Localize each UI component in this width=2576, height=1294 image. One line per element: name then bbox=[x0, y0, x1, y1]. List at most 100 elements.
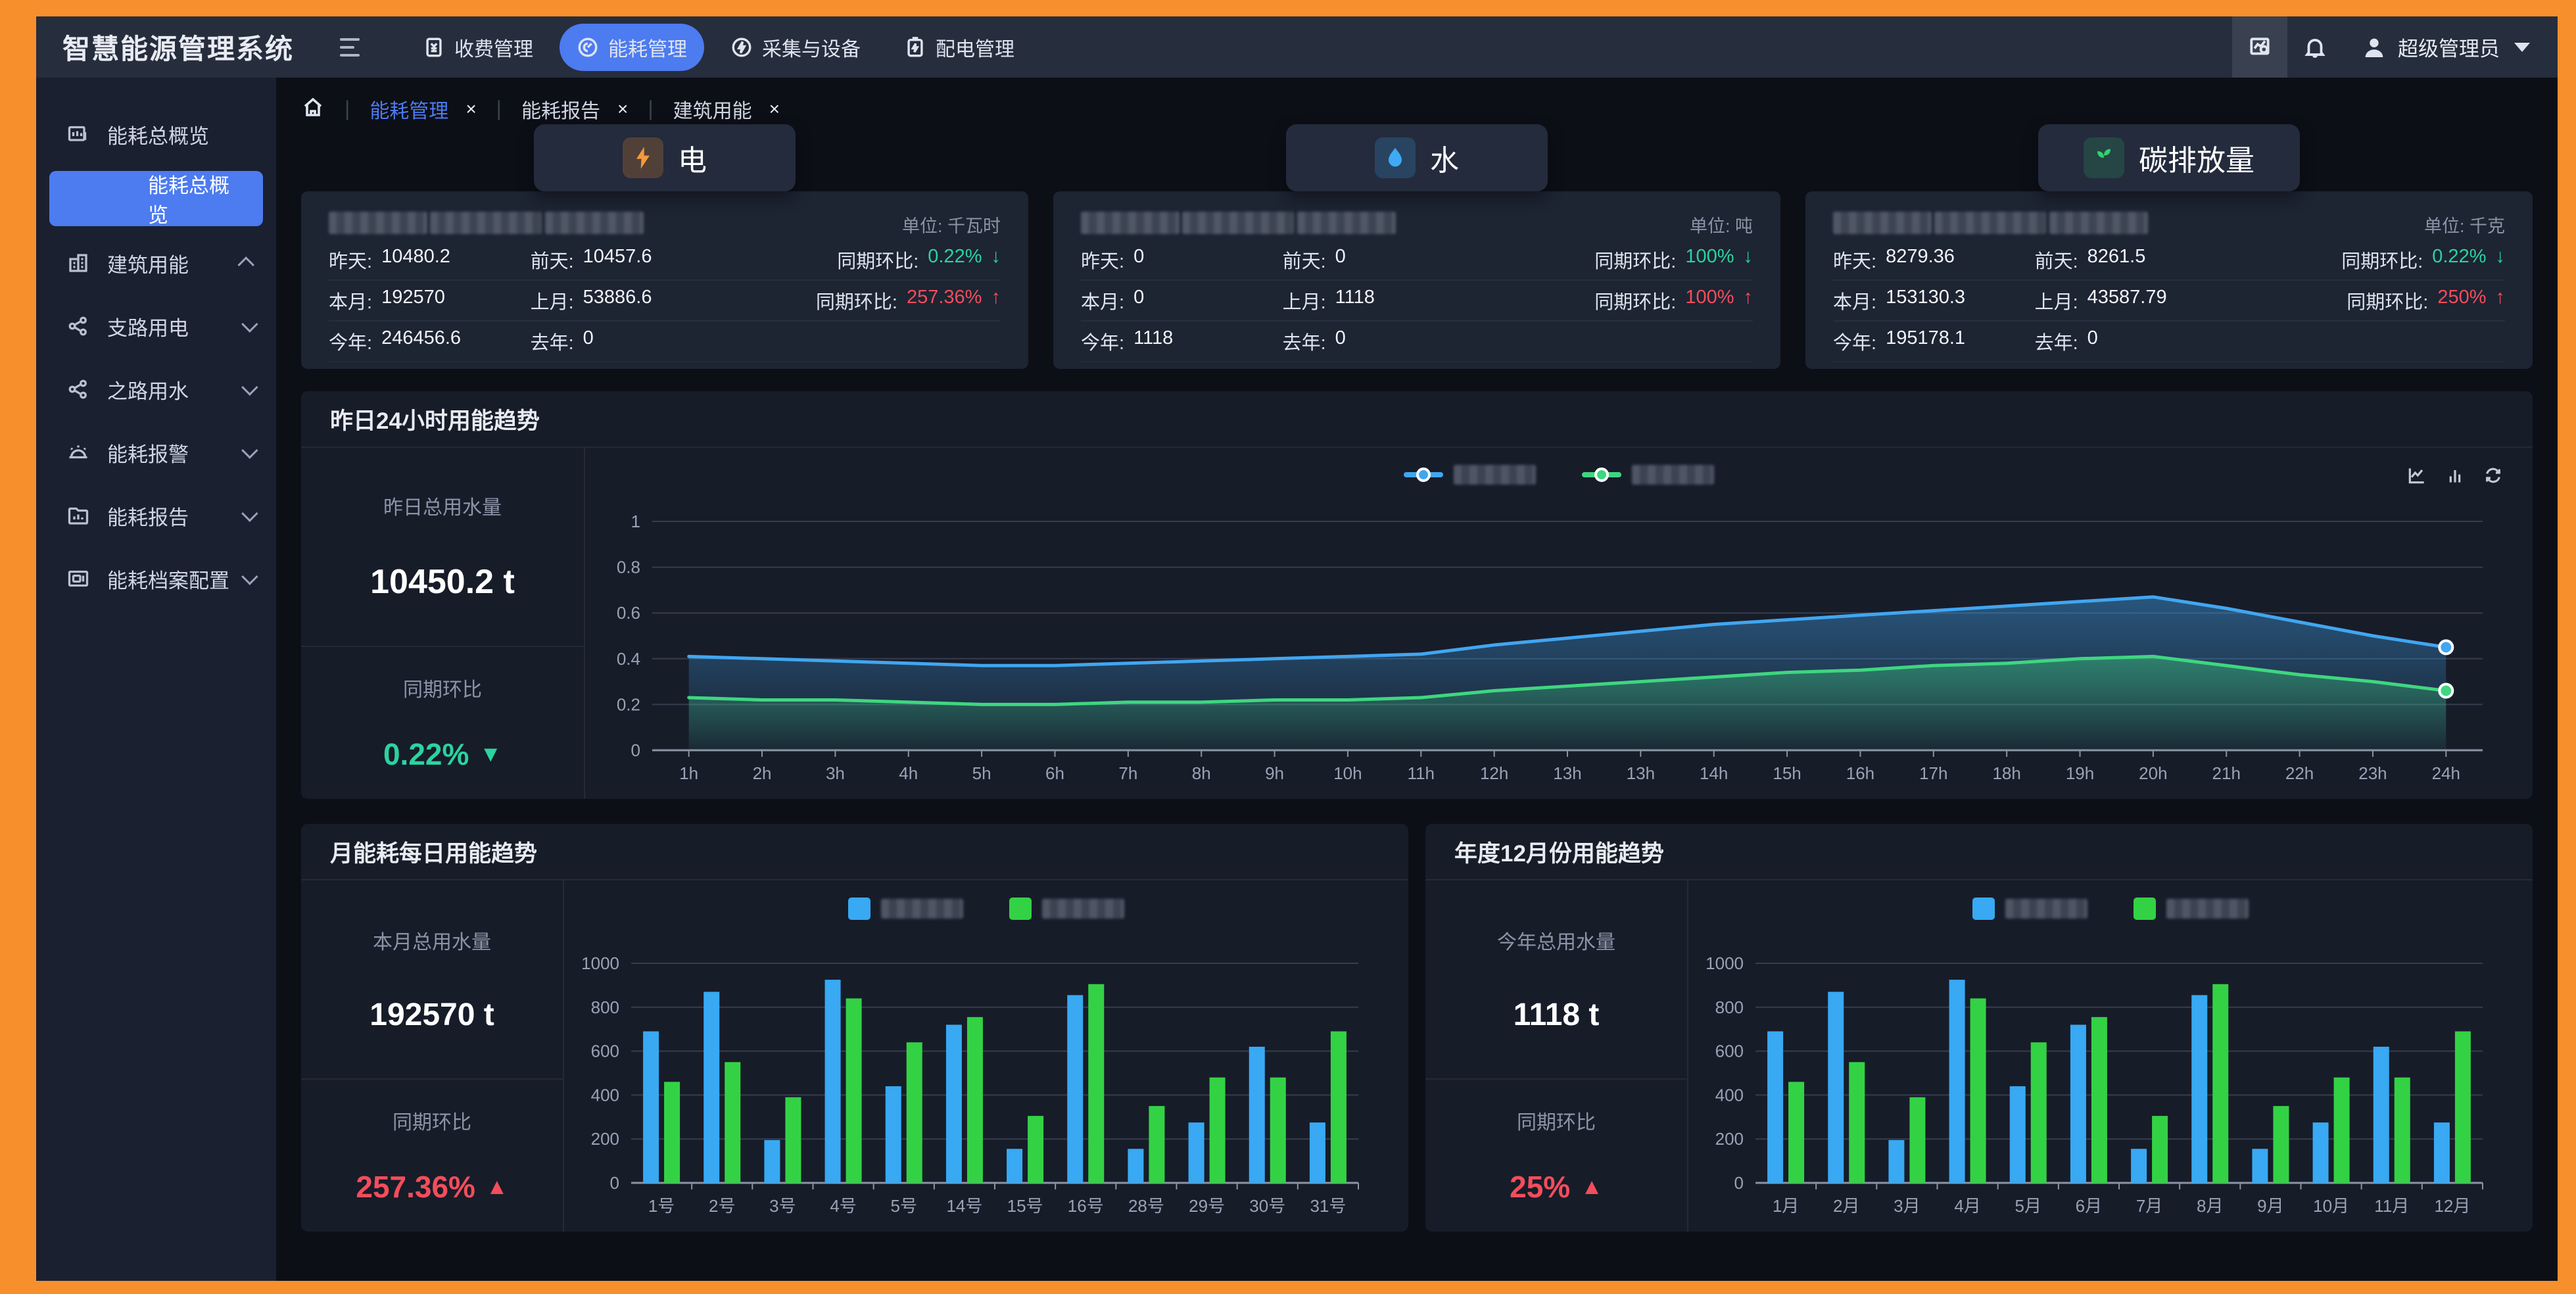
tab-energy-management[interactable]: 能耗管理 × bbox=[370, 95, 476, 124]
ratio-value: 257.36% bbox=[356, 1169, 475, 1205]
legend-marker bbox=[2134, 898, 2156, 920]
dashboard-panel-button[interactable] bbox=[2232, 16, 2287, 78]
chevron-down-icon bbox=[241, 568, 258, 585]
daily-stat-panel: 本月总用水量 192570 t 同期环比 257.36%▲ bbox=[301, 880, 564, 1232]
unit-label: 单位: 千克 bbox=[2424, 212, 2505, 237]
svg-text:0.8: 0.8 bbox=[617, 558, 640, 577]
daily-chart-zone: 020040060080010001号2号3号4号5号14号15号16号28号2… bbox=[564, 880, 1408, 1232]
lightning-icon bbox=[623, 137, 663, 178]
svg-text:2月: 2月 bbox=[1833, 1196, 1859, 1216]
arrow-down-icon: ↓ bbox=[1743, 246, 1753, 274]
sidebar-item-building-energy[interactable]: 建筑用能 bbox=[36, 237, 276, 289]
section-title: 月能耗每日用能趋势 bbox=[301, 824, 1408, 880]
svg-text:12h: 12h bbox=[1480, 763, 1508, 783]
triangle-down-icon: ▼ bbox=[479, 742, 502, 767]
chart-legend bbox=[585, 465, 2533, 485]
line-chart-icon[interactable] bbox=[2406, 465, 2427, 486]
main-content: | 能耗管理 × | 能耗报告 × | 建筑用能 × bbox=[276, 78, 2558, 1281]
fee-doc-icon bbox=[423, 36, 445, 59]
droplet-icon bbox=[1375, 137, 1416, 178]
sidebar-item-overview-group[interactable]: 能耗总概览 bbox=[36, 108, 276, 160]
svg-text:30号: 30号 bbox=[1249, 1196, 1285, 1216]
electricity-badge: 电 bbox=[534, 124, 796, 191]
topnav-item-energy[interactable]: 能耗管理 bbox=[560, 24, 704, 71]
leaf-icon bbox=[2084, 137, 2124, 178]
close-icon[interactable]: × bbox=[465, 99, 476, 120]
svg-text:6h: 6h bbox=[1045, 763, 1064, 783]
svg-text:15h: 15h bbox=[1773, 763, 1801, 783]
svg-text:20h: 20h bbox=[2139, 763, 2167, 783]
sidebar-item-energy-alarm[interactable]: 能耗报警 bbox=[36, 426, 276, 479]
chevron-up-icon bbox=[237, 256, 254, 273]
topnav-item-devices[interactable]: 采集与设备 bbox=[713, 24, 878, 71]
topnav-item-fee[interactable]: 收费管理 bbox=[406, 24, 550, 71]
home-tab-button[interactable] bbox=[301, 95, 325, 122]
close-icon[interactable]: × bbox=[769, 99, 780, 120]
legend-item-series2[interactable] bbox=[2134, 898, 2249, 920]
sidebar-item-overview-active[interactable]: 能耗总概览 bbox=[49, 171, 263, 226]
unit-label: 单位: 吨 bbox=[1690, 212, 1753, 237]
svg-text:5月: 5月 bbox=[2015, 1196, 2041, 1216]
svg-text:600: 600 bbox=[1715, 1042, 1744, 1061]
sidebar-item-archive-config[interactable]: 能耗档案配置 bbox=[36, 552, 276, 605]
chart-legend bbox=[1688, 898, 2533, 920]
stat-label: 今年总用水量 bbox=[1497, 926, 1615, 955]
bar-chart-icon[interactable] bbox=[2445, 465, 2466, 486]
legend-item-series2[interactable] bbox=[1582, 465, 1714, 485]
chevron-down-icon bbox=[241, 379, 258, 395]
arrow-down-icon: ↓ bbox=[2495, 246, 2505, 274]
overview-icon bbox=[66, 122, 90, 146]
svg-text:17h: 17h bbox=[1919, 763, 1947, 783]
home-icon bbox=[301, 95, 325, 119]
stat-card-carbon: 碳排放量 单位: 千克 昨天:8279.36 前天:8261.5 同期环比:0.… bbox=[1805, 191, 2533, 369]
branch-icon bbox=[66, 314, 90, 338]
hamburger-menu-icon[interactable] bbox=[340, 34, 366, 60]
svg-text:6月: 6月 bbox=[2076, 1196, 2102, 1216]
blurred-legend-label bbox=[1632, 465, 1714, 485]
topnav-item-power[interactable]: 配电管理 bbox=[887, 24, 1032, 71]
chart-legend bbox=[564, 898, 1408, 920]
svg-text:200: 200 bbox=[1715, 1129, 1744, 1149]
chart-toolbar bbox=[2406, 465, 2504, 486]
chevron-down-icon bbox=[241, 442, 258, 458]
section-title: 年度12月份用能趋势 bbox=[1425, 824, 2533, 880]
legend-marker bbox=[1582, 472, 1621, 477]
water-badge: 水 bbox=[1286, 124, 1548, 191]
legend-item-series1[interactable] bbox=[1404, 465, 1536, 485]
svg-text:600: 600 bbox=[591, 1042, 619, 1061]
svg-text:22h: 22h bbox=[2285, 763, 2314, 783]
user-avatar-icon bbox=[2361, 34, 2387, 60]
close-icon[interactable]: × bbox=[617, 99, 628, 120]
building-icon bbox=[66, 251, 90, 275]
app-frame: 智慧能源管理系统 收费管理 能耗管理 采集与设备 配电管理 bbox=[36, 16, 2558, 1281]
svg-text:21h: 21h bbox=[2212, 763, 2241, 783]
refresh-icon[interactable] bbox=[2483, 465, 2504, 486]
ratio-label: 同期环比 bbox=[403, 673, 482, 702]
svg-text:0.2: 0.2 bbox=[617, 694, 640, 714]
tab-energy-report[interactable]: 能耗报告 × bbox=[521, 95, 628, 124]
hourly-line-chart: 00.20.40.60.811h2h3h4h5h6h7h8h9h10h11h12… bbox=[596, 511, 2509, 791]
arrow-up-icon: ↑ bbox=[991, 287, 1001, 314]
notifications-button[interactable] bbox=[2287, 16, 2343, 78]
blurred-legend-label bbox=[1454, 465, 1536, 485]
legend-item-series1[interactable] bbox=[848, 898, 963, 920]
triangle-up-icon: ▲ bbox=[486, 1174, 508, 1200]
legend-item-series2[interactable] bbox=[1009, 898, 1124, 920]
svg-text:31号: 31号 bbox=[1310, 1196, 1346, 1216]
sidebar-item-branch-water[interactable]: 之路用水 bbox=[36, 363, 276, 416]
svg-text:0.6: 0.6 bbox=[617, 603, 640, 623]
triangle-up-icon: ▲ bbox=[1581, 1174, 1603, 1200]
user-menu[interactable]: 超级管理员 bbox=[2343, 32, 2558, 62]
legend-marker bbox=[1009, 898, 1032, 920]
svg-text:1000: 1000 bbox=[581, 953, 619, 973]
svg-text:28号: 28号 bbox=[1128, 1196, 1164, 1216]
legend-item-series1[interactable] bbox=[1972, 898, 2087, 920]
tab-building-energy[interactable]: 建筑用能 × bbox=[673, 95, 780, 124]
sidebar-item-branch-electricity[interactable]: 支路用电 bbox=[36, 300, 276, 352]
svg-text:1000: 1000 bbox=[1705, 953, 1744, 973]
svg-text:18h: 18h bbox=[1992, 763, 2020, 783]
svg-text:13h: 13h bbox=[1553, 763, 1581, 783]
sidebar-item-energy-report[interactable]: 能耗报告 bbox=[36, 489, 276, 542]
chevron-down-icon bbox=[2514, 43, 2530, 52]
svg-text:1h: 1h bbox=[679, 763, 698, 783]
